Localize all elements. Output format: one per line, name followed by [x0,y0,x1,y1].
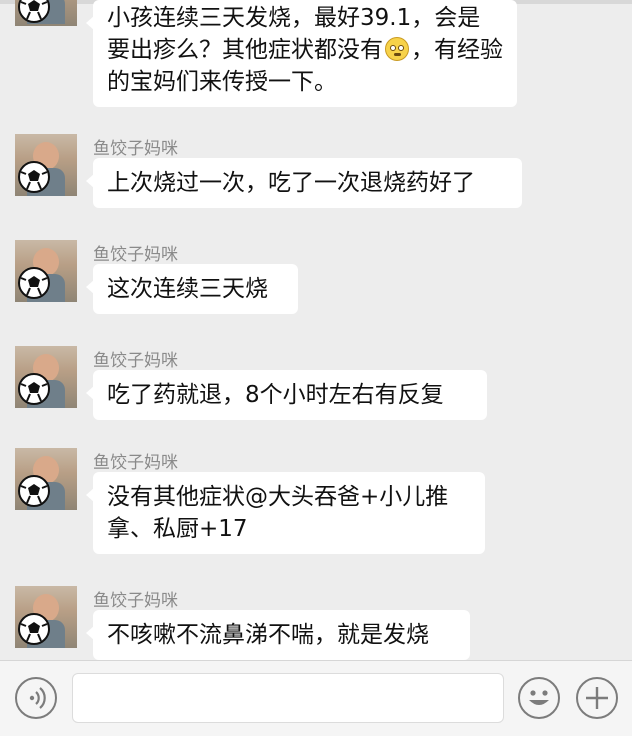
message-text: 不咳嗽不流鼻涕不喘，就是发烧 [107,622,429,648]
avatar[interactable] [15,0,77,26]
soccer-ball-icon [18,613,50,645]
awkward-smile-emoji-icon [385,37,409,61]
message-text: 这次连续三天烧 [107,276,268,302]
sender-name: 鱼饺子妈咪 [93,591,178,611]
voice-input-icon [29,687,46,709]
sender-name: 鱼饺子妈咪 [93,351,178,371]
message-text: 吃了药就退，8个小时左右有反复 [107,382,444,408]
message-text: 上次烧过一次，吃了一次退烧药好了 [107,170,475,196]
more-options-button[interactable] [576,677,618,719]
avatar[interactable] [15,346,77,408]
soccer-ball-icon [18,373,50,405]
soccer-ball-icon [18,267,50,299]
sender-name: 鱼饺子妈咪 [93,245,178,265]
avatar[interactable] [15,586,77,648]
message-text: 没有其他症状@大头吞爸+小儿推拿、私厨+17 [107,484,449,542]
emoji-button[interactable] [518,677,560,719]
message-bubble[interactable]: 没有其他症状@大头吞爸+小儿推拿、私厨+17 [86,472,485,554]
message-bubble[interactable]: 上次烧过一次，吃了一次退烧药好了 [86,158,522,208]
soccer-ball-icon [18,0,50,23]
plus-icon [586,687,608,709]
message-input[interactable] [72,673,504,723]
message-bubble[interactable]: 这次连续三天烧 [86,264,298,314]
voice-button[interactable] [15,677,57,719]
sender-name: 鱼饺子妈咪 [93,453,178,473]
chat-input-toolbar [0,660,632,736]
message-bubble[interactable]: 不咳嗽不流鼻涕不喘，就是发烧 [86,610,470,660]
emoji-icon [529,690,549,705]
avatar[interactable] [15,134,77,196]
message-bubble[interactable]: 吃了药就退，8个小时左右有反复 [86,370,487,420]
avatar[interactable] [15,240,77,302]
message-bubble[interactable]: 小孩连续三天发烧，最好39.1，会是要出疹么？其他症状都没有 ，有经验的宝妈们来传… [86,0,517,107]
soccer-ball-icon [18,161,50,193]
sender-name: 鱼饺子妈咪 [93,139,178,159]
chat-history[interactable]: 小孩连续三天发烧，最好39.1，会是要出疹么？其他症状都没有 ，有经验的宝妈们来传… [0,0,632,660]
avatar[interactable] [15,448,77,510]
soccer-ball-icon [18,475,50,507]
